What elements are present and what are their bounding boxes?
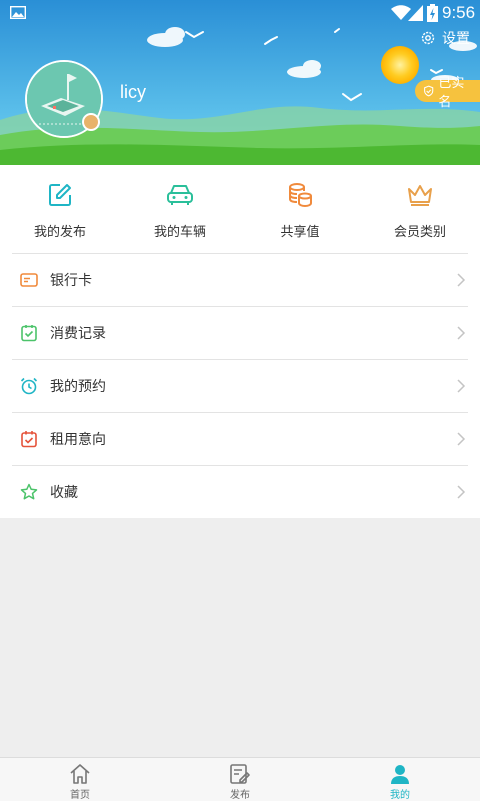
quick-action-membership[interactable]: 会员类别 xyxy=(360,165,480,253)
username: licy xyxy=(120,82,146,102)
menu-item-bank-card[interactable]: 银行卡 xyxy=(12,253,468,306)
chevron-right-icon xyxy=(457,326,466,340)
star-icon xyxy=(20,483,38,500)
quick-action-label: 共享值 xyxy=(280,225,320,240)
home-icon xyxy=(70,764,90,784)
calendar-check-icon xyxy=(21,431,37,448)
quick-action-label: 会员类别 xyxy=(393,225,446,240)
menu-item-label: 我的预约 xyxy=(50,379,106,395)
menu-item-label: 收藏 xyxy=(50,485,78,501)
tab-label: 发布 xyxy=(230,790,250,801)
quick-actions: 我的发布 我的车辆 共享值 会员类别 xyxy=(0,165,480,253)
publish-icon xyxy=(230,764,250,784)
status-time: 9:56 xyxy=(442,3,476,22)
quick-action-share-value[interactable]: 共享值 xyxy=(240,165,360,253)
tab-publish[interactable]: 发布 xyxy=(160,758,320,801)
menu-item-label: 银行卡 xyxy=(50,273,92,289)
quick-action-my-vehicles[interactable]: 我的车辆 xyxy=(120,165,240,253)
signal-icon xyxy=(408,5,423,21)
crown-icon xyxy=(408,185,432,206)
verified-label: 已实名 xyxy=(438,76,465,110)
quick-action-label: 我的发布 xyxy=(33,225,86,240)
settings-button[interactable]: 设置 xyxy=(420,28,470,48)
clipboard-check-icon xyxy=(21,325,37,342)
image-notification-icon xyxy=(10,6,26,19)
settings-label: 设置 xyxy=(442,31,470,47)
status-bar: 9:56 xyxy=(0,0,480,26)
tab-mine[interactable]: 我的 xyxy=(320,758,480,801)
gear-icon xyxy=(421,31,435,45)
menu-list: 银行卡 消费记录 我的预约 租用意向 收藏 xyxy=(0,253,480,518)
menu-item-my-reservations[interactable]: 我的预约 xyxy=(12,359,468,412)
chevron-right-icon xyxy=(457,432,466,446)
edit-icon xyxy=(49,184,71,206)
person-icon xyxy=(391,765,409,784)
menu-item-rental-intent[interactable]: 租用意向 xyxy=(12,412,468,465)
bottom-tab-bar: 首页 发布 我的 xyxy=(0,757,480,801)
car-icon xyxy=(167,185,193,205)
shield-check-icon xyxy=(424,85,434,97)
menu-item-label: 消费记录 xyxy=(50,326,106,342)
menu-item-favorites[interactable]: 收藏 xyxy=(12,465,468,518)
chevron-right-icon xyxy=(457,273,466,287)
tab-label: 首页 xyxy=(70,790,90,801)
quick-action-my-posts[interactable]: 我的发布 xyxy=(0,165,120,253)
tab-label: 我的 xyxy=(390,790,410,801)
menu-item-spending-records[interactable]: 消费记录 xyxy=(12,306,468,359)
avatar-level-badge xyxy=(82,113,100,131)
chevron-right-icon xyxy=(457,379,466,393)
verified-badge: 已实名 xyxy=(415,76,480,110)
battery-charging-icon xyxy=(427,4,438,22)
chevron-right-icon xyxy=(457,485,466,499)
menu-item-label: 租用意向 xyxy=(50,432,106,448)
coins-icon xyxy=(289,183,312,208)
quick-action-label: 我的车辆 xyxy=(153,225,206,240)
bank-card-icon xyxy=(20,273,38,287)
alarm-clock-icon xyxy=(20,377,38,395)
tab-home[interactable]: 首页 xyxy=(0,758,160,801)
